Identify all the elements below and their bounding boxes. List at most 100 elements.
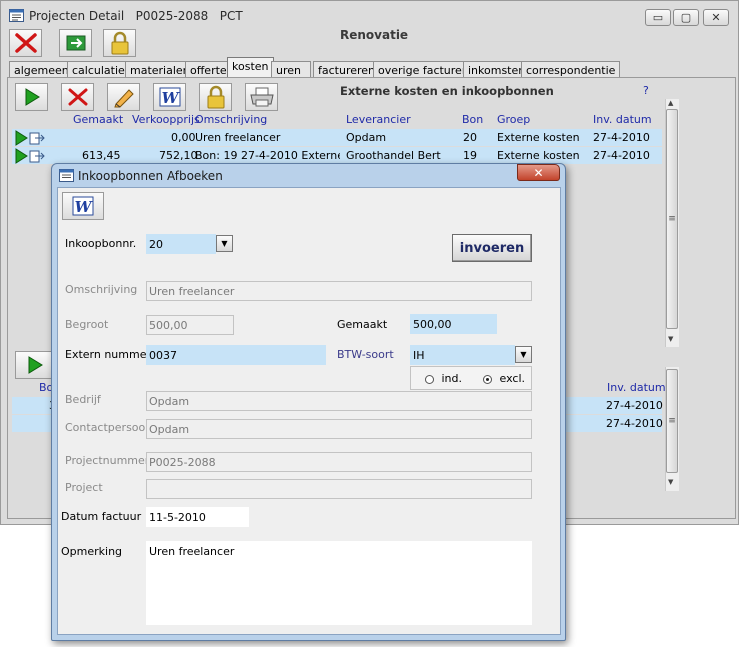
word-button[interactable]: W xyxy=(153,83,186,111)
bedrijf-field[interactable]: Opdam xyxy=(146,391,532,411)
tab-calculatie[interactable]: calculatie xyxy=(67,61,130,78)
play-button[interactable] xyxy=(15,83,48,111)
omschrijving-field[interactable]: Uren freelancer xyxy=(146,281,532,301)
row-open-icon xyxy=(15,130,45,146)
col-omschrijving[interactable]: Omschrijving xyxy=(195,113,267,126)
col-gemaakt[interactable]: Gemaakt xyxy=(73,113,123,126)
word-icon: W xyxy=(159,87,180,107)
col-groep[interactable]: Groep xyxy=(497,113,530,126)
scroll-thumb[interactable]: ≡ xyxy=(666,109,678,329)
padlock-icon xyxy=(207,85,224,109)
tab-offerte[interactable]: offerte xyxy=(185,61,232,78)
tab-uren[interactable]: uren xyxy=(271,61,311,78)
cell-leverancier: Groothandel Bert xyxy=(346,149,441,162)
section-title: Externe kosten en inkoopbonnen xyxy=(340,84,554,98)
project-heading: Renovatie xyxy=(340,28,409,42)
close-window-button[interactable]: ✕ xyxy=(703,9,729,26)
scroll-thumb[interactable]: ≡ xyxy=(666,369,678,473)
inkoopbonnr-dropdown[interactable]: ▼ xyxy=(216,235,233,252)
print-button[interactable] xyxy=(245,83,278,111)
opmerking-textarea[interactable]: Uren freelancer xyxy=(146,541,532,625)
datum-factuur-label: Datum factuur xyxy=(61,510,142,523)
extern-nummer-field[interactable]: 0037 xyxy=(146,345,326,365)
bedrijf-label: Bedrijf xyxy=(65,393,101,406)
col-bon[interactable]: Bon xyxy=(462,113,483,126)
project-field[interactable] xyxy=(146,479,532,499)
cell-inv-datum: 27-4-2010 xyxy=(606,417,663,430)
pencil-icon xyxy=(113,89,134,108)
cell-inv-datum: 27-4-2010 xyxy=(593,131,650,144)
row-open-icon xyxy=(15,148,45,164)
table-row[interactable]: 613,45 752,10 Bon: 19 27-4-2010 Externe … xyxy=(12,147,662,164)
col-inv-datum-lower[interactable]: Inv. datum xyxy=(607,381,666,394)
inkoopbonnr-select[interactable]: 20 xyxy=(146,234,216,254)
delete-button[interactable] xyxy=(9,29,42,57)
chevron-down-icon: ▼ xyxy=(520,350,527,359)
tab-kosten[interactable]: kosten xyxy=(227,57,274,77)
radio-ind[interactable]: ind. xyxy=(425,372,462,385)
col-verkoopprijs[interactable]: Verkoopprijs xyxy=(132,113,200,126)
col-inv-datum[interactable]: Inv. datum xyxy=(593,113,652,126)
lock-button[interactable] xyxy=(103,29,136,57)
upper-scrollbar[interactable]: ▲ ≡ ▼ xyxy=(665,99,679,347)
cell-omschrijving: Bon: 19 27-4-2010 Externe l xyxy=(195,149,340,162)
title-bar: Projecten Detail P0025-2088 PCT ▭ ▢ ✕ xyxy=(1,1,738,29)
scroll-down-icon[interactable]: ▼ xyxy=(668,335,673,343)
cell-verkoopprijs: 752,10 xyxy=(159,149,198,162)
cell-bon: 20 xyxy=(463,131,477,144)
dialog-app-icon xyxy=(59,169,74,182)
datum-factuur-field[interactable]: 11-5-2010 xyxy=(146,507,249,527)
cell-bon: 19 xyxy=(463,149,477,162)
lower-play-button[interactable] xyxy=(15,351,55,379)
gemaakt-field[interactable]: 500,00 xyxy=(410,314,497,334)
tab-correspondentie[interactable]: correspondentie xyxy=(521,61,621,78)
edit-button[interactable] xyxy=(107,83,140,111)
cell-leverancier: Opdam xyxy=(346,131,387,144)
lower-scrollbar[interactable]: ≡ ▼ xyxy=(665,367,679,491)
table-row[interactable]: 0,00 Uren freelancer Opdam 20 Externe ko… xyxy=(12,129,662,146)
btw-radio-group: ind. excl. xyxy=(410,366,532,390)
red-x-icon xyxy=(68,88,87,106)
col-leverancier[interactable]: Leverancier xyxy=(346,113,411,126)
panel-lock-button[interactable] xyxy=(199,83,232,111)
cell-omschrijving: Uren freelancer xyxy=(195,131,281,144)
btw-soort-select[interactable]: IH xyxy=(410,345,515,365)
extern-nummer-label: Extern nummer xyxy=(65,348,152,361)
btw-soort-label: BTW-soort xyxy=(337,348,394,361)
minimize-button[interactable]: ▭ xyxy=(645,9,671,26)
dialog-body: W Inkoopbonnr. 20 ▼ invoeren Omschrijvin… xyxy=(57,187,561,635)
panel-delete-button[interactable] xyxy=(61,83,94,111)
chevron-down-icon: ▼ xyxy=(221,239,228,248)
maximize-button[interactable]: ▢ xyxy=(673,9,699,26)
exit-button[interactable] xyxy=(59,29,92,57)
cell-inv-datum: 27-4-2010 xyxy=(593,149,650,162)
window-title: Projecten Detail P0025-2088 PCT xyxy=(29,9,243,23)
tab-overige-facturen[interactable]: overige facturen xyxy=(373,61,474,78)
omschrijving-label: Omschrijving xyxy=(65,283,138,296)
scroll-down-icon[interactable]: ▼ xyxy=(668,478,673,486)
radio-excl-button[interactable] xyxy=(483,374,492,384)
help-link[interactable]: ? xyxy=(643,84,649,97)
green-play-icon xyxy=(28,356,43,374)
cell-inv-datum: 27-4-2010 xyxy=(606,399,663,412)
tab-factureren[interactable]: factureren xyxy=(313,61,381,78)
svg-text:W: W xyxy=(75,198,94,216)
inkoopbonnr-label: Inkoopbonnr. xyxy=(65,237,137,250)
radio-excl-label: excl. xyxy=(499,372,526,385)
projectnummer-field[interactable]: P0025-2088 xyxy=(146,452,532,472)
dialog-title: Inkoopbonnen Afboeken xyxy=(78,169,223,183)
dialog-word-button[interactable]: W xyxy=(62,192,104,220)
svg-text:W: W xyxy=(161,89,180,107)
contactpersoon-field[interactable]: Opdam xyxy=(146,419,532,439)
dialog-close-button[interactable]: ✕ xyxy=(517,164,560,181)
begroot-label: Begroot xyxy=(65,318,109,331)
inkoopbonnen-dialog: Inkoopbonnen Afboeken ✕ W Inkoopbonnr. 2… xyxy=(51,163,566,641)
btw-dropdown[interactable]: ▼ xyxy=(515,346,532,363)
invoeren-button[interactable]: invoeren xyxy=(452,234,532,262)
radio-excl[interactable]: excl. xyxy=(483,372,525,385)
scroll-up-icon[interactable]: ▲ xyxy=(668,99,673,107)
begroot-field[interactable]: 500,00 xyxy=(146,315,234,335)
green-play-icon xyxy=(25,88,40,106)
radio-ind-button[interactable] xyxy=(425,374,434,384)
tab-algemeen[interactable]: algemeen xyxy=(9,61,74,78)
